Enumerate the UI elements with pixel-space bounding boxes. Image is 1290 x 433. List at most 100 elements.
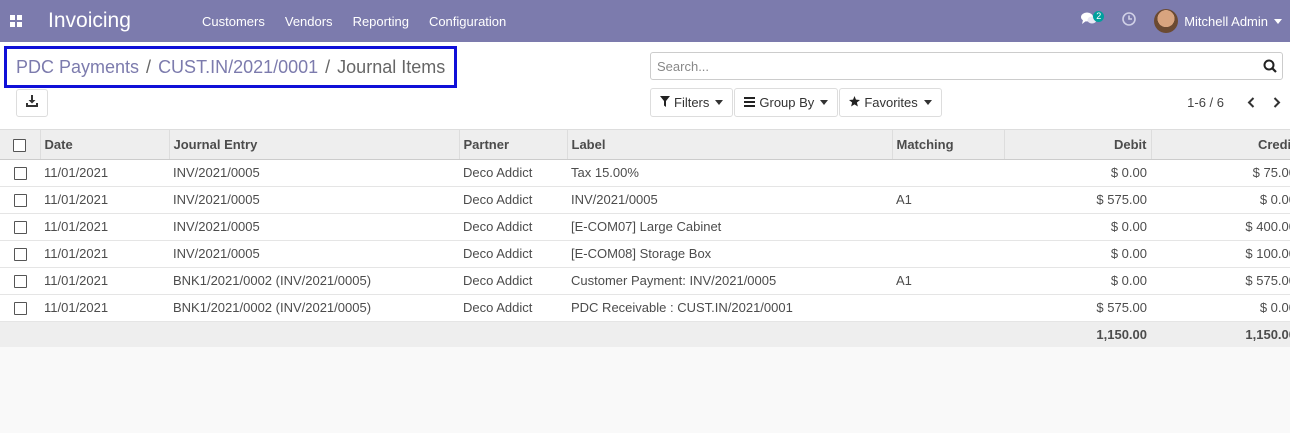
column-header-journal-entry[interactable]: Journal Entry	[169, 130, 460, 160]
list-icon	[744, 95, 759, 110]
search-icon[interactable]	[1258, 59, 1282, 73]
cell-partner: Deco Addict	[463, 219, 533, 234]
cell-partner: Deco Addict	[463, 246, 533, 261]
row-checkbox-cell[interactable]	[0, 159, 40, 186]
cell-partner: Deco Addict	[463, 192, 533, 207]
table-row[interactable]: 11/01/2021 BNK1/2021/0002 (INV/2021/0005…	[0, 267, 1290, 294]
main-menu: Customers Vendors Reporting Configuratio…	[192, 14, 516, 29]
cell-label: INV/2021/0005	[571, 192, 658, 207]
column-header-debit[interactable]: Debit	[1004, 130, 1152, 160]
cell-label: PDC Receivable : CUST.IN/2021/0001	[571, 300, 793, 315]
table-row[interactable]: 11/01/2021 INV/2021/0005 Deco Addict Tax…	[0, 159, 1290, 186]
cell-date: 11/01/2021	[44, 219, 109, 234]
cell-matching	[892, 294, 1004, 321]
cell-journal-entry: BNK1/2021/0002 (INV/2021/0005)	[173, 300, 372, 315]
app-name[interactable]: Invoicing	[48, 9, 192, 33]
pager: 1-6 / 6	[1187, 88, 1290, 117]
search-bar	[650, 52, 1283, 80]
filters-button[interactable]: Filters	[650, 88, 734, 117]
group-by-button[interactable]: Group By	[734, 88, 839, 117]
apps-menu-icon[interactable]	[0, 0, 32, 42]
cell-journal-entry: INV/2021/0005	[173, 219, 260, 234]
column-header-partner[interactable]: Partner	[459, 130, 568, 160]
pager-value[interactable]: 1-6 / 6	[1187, 95, 1224, 110]
column-header-matching[interactable]: Matching	[892, 130, 1005, 160]
clock-icon	[1122, 11, 1136, 31]
row-checkbox-cell[interactable]	[0, 186, 40, 213]
totals-spacer	[0, 321, 1004, 347]
column-header-credit[interactable]: Credit	[1151, 130, 1290, 160]
row-checkbox-cell[interactable]	[0, 267, 40, 294]
cell-debit: $ 575.00	[1096, 300, 1147, 315]
cell-credit: $ 575.00	[1245, 273, 1290, 288]
breadcrumb-separator: /	[325, 56, 331, 77]
breadcrumb-item-payment[interactable]: CUST.IN/2021/0001	[158, 57, 318, 78]
messaging-button[interactable]: 2	[1074, 0, 1105, 42]
filters-label: Filters	[674, 95, 710, 110]
row-checkbox[interactable]	[13, 302, 27, 316]
total-debit: 1,150.00	[1096, 326, 1147, 342]
cell-date: 11/01/2021	[44, 192, 109, 207]
column-header-label[interactable]: Label	[567, 130, 893, 160]
menu-customers[interactable]: Customers	[192, 14, 275, 29]
row-checkbox-cell[interactable]	[0, 294, 40, 321]
menu-reporting[interactable]: Reporting	[343, 14, 419, 29]
row-checkbox[interactable]	[13, 248, 27, 262]
user-menu[interactable]: Mitchell Admin	[1154, 9, 1282, 33]
menu-vendors[interactable]: Vendors	[275, 14, 343, 29]
table-row[interactable]: 11/01/2021 INV/2021/0005 Deco Addict [E-…	[0, 213, 1290, 240]
search-input[interactable]	[657, 58, 1258, 74]
chevron-down-icon	[923, 100, 932, 105]
chevron-down-icon	[820, 100, 829, 105]
activity-button[interactable]	[1114, 0, 1144, 42]
pager-previous-button[interactable]	[1238, 97, 1264, 108]
cell-partner: Deco Addict	[463, 165, 533, 180]
control-panel: PDC Payments / CUST.IN/2021/0001 / Journ…	[0, 42, 1290, 130]
breadcrumb-active: Journal Items	[337, 56, 446, 77]
column-header-date[interactable]: Date	[40, 130, 170, 160]
cell-partner: Deco Addict	[463, 273, 533, 288]
row-checkbox[interactable]	[13, 194, 27, 208]
pager-next-button[interactable]	[1264, 97, 1290, 108]
table-footer-totals: 1,150.00 1,150.00	[0, 321, 1290, 347]
export-button[interactable]	[16, 89, 48, 117]
systray: 2 Mitchell Admin	[1074, 0, 1290, 42]
chevron-down-icon	[715, 100, 724, 105]
chevron-down-icon	[1274, 18, 1282, 24]
breadcrumb-separator: /	[146, 56, 152, 77]
select-all-checkbox[interactable]	[13, 138, 27, 152]
filter-icon	[660, 95, 674, 110]
avatar	[1154, 9, 1179, 33]
cell-credit: $ 75.00	[1252, 165, 1290, 180]
table-row[interactable]: 11/01/2021 INV/2021/0005 Deco Addict INV…	[0, 186, 1290, 213]
select-all-checkbox-cell[interactable]	[0, 130, 41, 160]
user-name: Mitchell Admin	[1184, 13, 1268, 29]
cell-matching	[892, 213, 1004, 240]
cell-journal-entry: INV/2021/0005	[173, 246, 260, 261]
cell-credit: $ 100.00	[1245, 246, 1290, 261]
breadcrumb-item-pdc-payments[interactable]: PDC Payments	[16, 57, 139, 78]
row-checkbox[interactable]	[13, 221, 27, 235]
row-checkbox-cell[interactable]	[0, 240, 40, 267]
breadcrumb: PDC Payments / CUST.IN/2021/0001 / Journ…	[4, 46, 458, 88]
table-row[interactable]: 11/01/2021 BNK1/2021/0002 (INV/2021/0005…	[0, 294, 1290, 321]
star-icon	[849, 95, 864, 110]
cell-credit: $ 400.00	[1245, 219, 1290, 234]
row-checkbox[interactable]	[13, 167, 27, 181]
cell-credit: $ 0.00	[1259, 192, 1290, 207]
total-credit: 1,150.00	[1245, 326, 1290, 342]
cell-matching: A1	[896, 273, 912, 288]
cell-date: 11/01/2021	[44, 273, 109, 288]
cell-journal-entry: BNK1/2021/0002 (INV/2021/0005)	[173, 273, 372, 288]
row-checkbox[interactable]	[13, 275, 27, 289]
search-options: Filters Group By Favorites	[650, 88, 943, 117]
download-icon	[26, 94, 38, 112]
cell-label: Tax 15.00%	[571, 165, 639, 180]
cell-journal-entry: INV/2021/0005	[173, 165, 260, 180]
favorites-button[interactable]: Favorites	[839, 88, 942, 117]
table-header-row: Date Journal Entry Partner Label Matchin…	[0, 130, 1290, 160]
menu-configuration[interactable]: Configuration	[419, 14, 516, 29]
row-checkbox-cell[interactable]	[0, 213, 40, 240]
chevron-left-icon	[1247, 97, 1255, 108]
table-row[interactable]: 11/01/2021 INV/2021/0005 Deco Addict [E-…	[0, 240, 1290, 267]
